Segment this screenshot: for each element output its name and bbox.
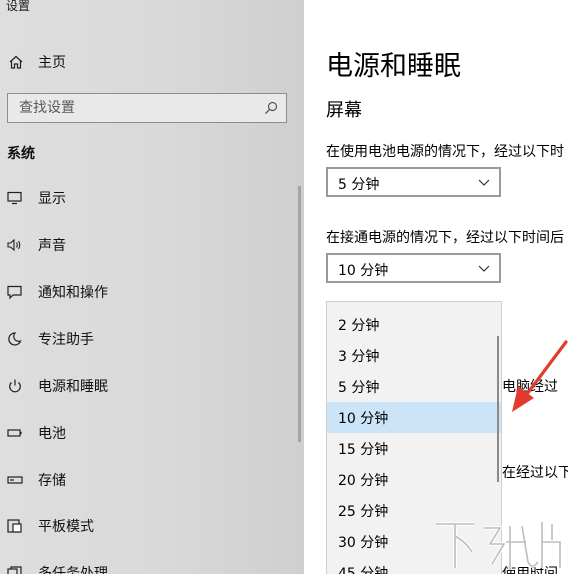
page-title: 电源和睡眠 bbox=[326, 51, 461, 82]
sidebar-item-label: 专注助手 bbox=[38, 332, 94, 348]
sidebar-item-power-sleep[interactable]: 电源和睡眠 bbox=[0, 371, 298, 401]
sidebar-item-label: 平板模式 bbox=[38, 519, 94, 535]
settings-window: 设置 主页 系统 显示 bbox=[0, 0, 568, 574]
search-icon[interactable] bbox=[264, 101, 278, 115]
tablet-icon bbox=[7, 519, 22, 533]
sidebar-item-battery[interactable]: 电池 bbox=[0, 418, 298, 448]
sidebar-item-label: 通知和操作 bbox=[38, 285, 108, 301]
window-title: 设置 bbox=[6, 0, 31, 13]
dropdown-option[interactable]: 2 分钟 bbox=[327, 309, 501, 340]
chevron-down-icon bbox=[478, 179, 490, 186]
sidebar-item-notifications[interactable]: 通知和操作 bbox=[0, 277, 298, 307]
sidebar-item-tablet-mode[interactable]: 平板模式 bbox=[0, 511, 298, 541]
monitor-icon bbox=[7, 191, 22, 205]
sidebar-item-label: 显示 bbox=[38, 191, 66, 207]
main-content: 电源和睡眠 屏幕 在使用电池电源的情况下，经过以下时 5 分钟 在接通电源的情况… bbox=[304, 0, 568, 574]
sidebar-scrollbar[interactable] bbox=[298, 186, 301, 442]
plugged-in-timeout-label: 在接通电源的情况下，经过以下时间后 bbox=[326, 230, 564, 246]
dropdown-option-selected[interactable]: 10 分钟 bbox=[327, 402, 501, 433]
storage-icon bbox=[7, 476, 23, 484]
sidebar-item-display[interactable]: 显示 bbox=[0, 183, 298, 213]
search-input[interactable] bbox=[8, 94, 258, 122]
sidebar-item-focus-assist[interactable]: 专注助手 bbox=[0, 324, 298, 354]
sidebar-item-label: 声音 bbox=[38, 238, 66, 254]
sidebar-item-label: 电池 bbox=[38, 426, 66, 442]
sidebar-item-storage[interactable]: 存储 bbox=[0, 465, 298, 495]
watermark-logo-icon bbox=[436, 522, 562, 570]
sidebar-item-label: 主页 bbox=[38, 55, 66, 71]
sleep-setting-label-partial: 在经过以下 bbox=[502, 465, 568, 481]
power-icon bbox=[9, 379, 21, 393]
sidebar: 设置 主页 系统 显示 bbox=[0, 0, 304, 574]
sidebar-item-label: 电源和睡眠 bbox=[38, 379, 108, 395]
battery-icon bbox=[7, 429, 22, 437]
plugged-in-timeout-select[interactable]: 10 分钟 bbox=[326, 253, 501, 283]
dropdown-option[interactable]: 3 分钟 bbox=[327, 340, 501, 371]
dropdown-option[interactable]: 20 分钟 bbox=[327, 464, 501, 495]
search-box[interactable] bbox=[7, 93, 287, 123]
sidebar-item-sound[interactable]: 声音 bbox=[0, 230, 298, 260]
notification-icon bbox=[7, 285, 22, 300]
select-value: 10 分钟 bbox=[338, 263, 389, 279]
sidebar-item-multitasking[interactable]: 多任务处理 bbox=[0, 558, 298, 574]
multitask-icon bbox=[7, 566, 22, 574]
section-heading-screen: 屏幕 bbox=[326, 100, 362, 121]
dropdown-scrollbar[interactable] bbox=[497, 336, 499, 482]
speaker-icon bbox=[7, 238, 21, 252]
sidebar-item-label: 多任务处理 bbox=[38, 566, 108, 574]
select-value: 5 分钟 bbox=[338, 177, 380, 193]
chevron-down-icon bbox=[478, 265, 490, 272]
battery-timeout-label: 在使用电池电源的情况下，经过以下时 bbox=[326, 144, 564, 160]
home-icon bbox=[9, 55, 23, 69]
dropdown-option[interactable]: 5 分钟 bbox=[327, 371, 501, 402]
sidebar-item-label: 存储 bbox=[38, 473, 66, 489]
dropdown-option[interactable]: 15 分钟 bbox=[327, 433, 501, 464]
battery-timeout-select[interactable]: 5 分钟 bbox=[326, 167, 501, 197]
sidebar-item-home[interactable]: 主页 bbox=[0, 48, 300, 76]
moon-icon bbox=[8, 332, 22, 346]
annotation-arrow-icon bbox=[512, 340, 568, 412]
section-heading-system: 系统 bbox=[7, 146, 35, 162]
